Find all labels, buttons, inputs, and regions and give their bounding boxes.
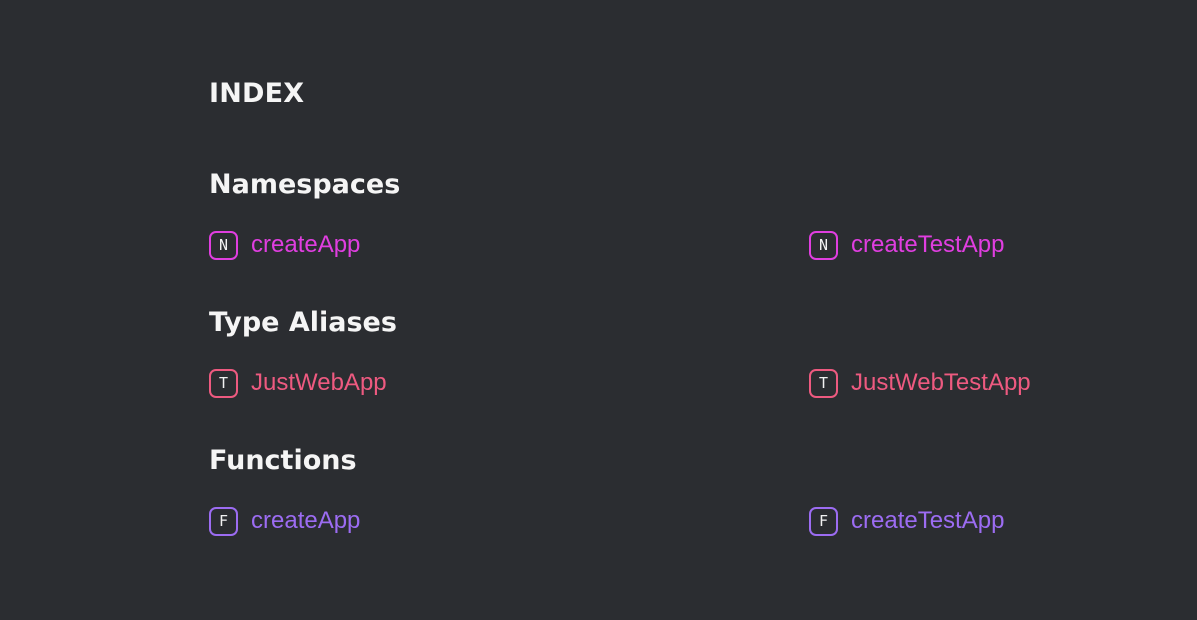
functions-section: Functions F createApp F createTestApp: [209, 444, 1149, 536]
namespace-icon: N: [809, 230, 838, 260]
type-alias-label: JustWebTestApp: [851, 369, 1031, 396]
type-alias-link-justwebapp[interactable]: T JustWebApp: [209, 368, 387, 398]
type-alias-link-justwebtestapp[interactable]: T JustWebTestApp: [809, 368, 1031, 398]
index-title: INDEX: [209, 78, 305, 109]
type-alias-icon: T: [209, 368, 238, 398]
type-alias-label: JustWebApp: [251, 369, 387, 396]
function-label: createApp: [251, 507, 361, 534]
type-alias-icon: T: [809, 368, 838, 398]
namespaces-section: Namespaces N createApp N createTestApp: [209, 168, 1149, 260]
namespace-label: createTestApp: [851, 231, 1005, 258]
functions-list: F createApp F createTestApp: [209, 506, 1149, 536]
functions-heading: Functions: [209, 445, 357, 476]
namespace-icon: N: [209, 230, 238, 260]
namespaces-list: N createApp N createTestApp: [209, 230, 1149, 260]
namespace-link-createtestapp[interactable]: N createTestApp: [809, 230, 1004, 260]
function-label: createTestApp: [851, 507, 1005, 534]
function-icon: F: [809, 506, 838, 536]
type-aliases-list: T JustWebApp T JustWebTestApp: [209, 368, 1149, 398]
namespace-link-createapp[interactable]: N createApp: [209, 230, 360, 260]
type-aliases-heading: Type Aliases: [209, 307, 397, 338]
type-aliases-section: Type Aliases T JustWebApp T JustWebTestA…: [209, 306, 1149, 398]
function-link-createtestapp[interactable]: F createTestApp: [809, 506, 1004, 536]
function-icon: F: [209, 506, 238, 536]
namespace-label: createApp: [251, 231, 361, 258]
namespaces-heading: Namespaces: [209, 169, 401, 200]
function-link-createapp[interactable]: F createApp: [209, 506, 360, 536]
